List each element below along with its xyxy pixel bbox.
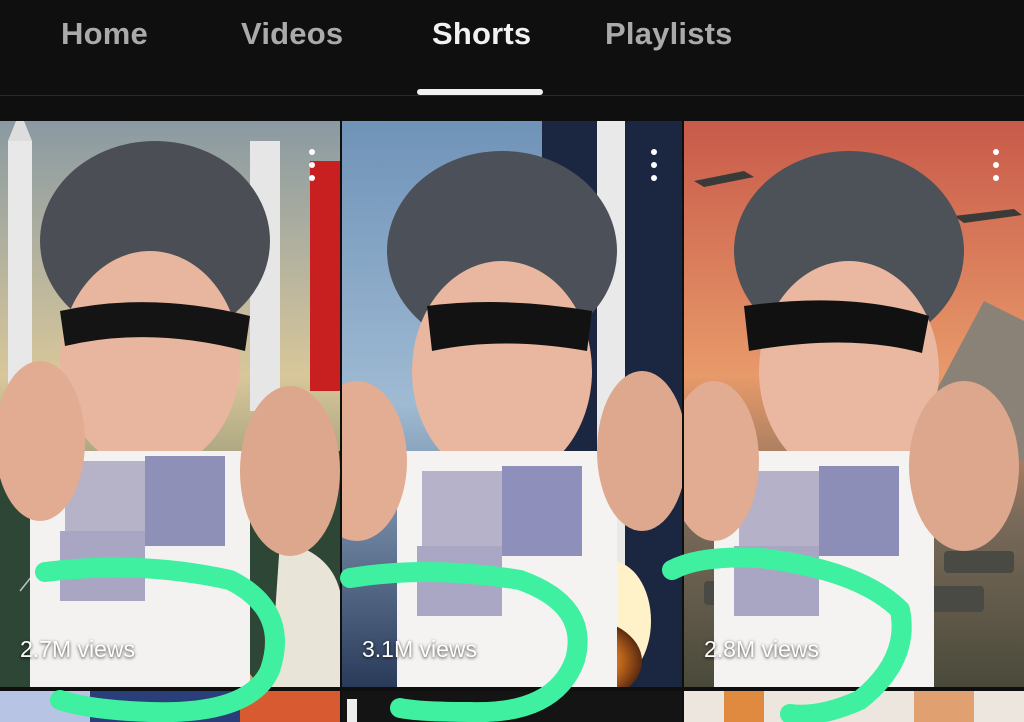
shorts-grid: 2.7M views 3.1M views 2.8M views — [0, 121, 1024, 722]
short-thumbnail — [684, 121, 1024, 687]
tab-shorts[interactable]: Shorts — [432, 16, 531, 52]
view-count: 2.7M views — [20, 636, 136, 662]
tab-home[interactable]: Home — [61, 16, 148, 52]
tab-videos[interactable]: Videos — [241, 16, 343, 52]
view-count: 2.8M views — [704, 636, 820, 662]
short-card-partial[interactable] — [342, 691, 682, 722]
channel-tab-bar: Home Videos Shorts Playlists — [0, 0, 1024, 96]
short-card-partial[interactable] — [0, 691, 340, 722]
more-vert-icon[interactable] — [648, 149, 660, 185]
short-thumbnail — [0, 121, 340, 687]
short-card[interactable]: 2.7M views — [0, 121, 340, 687]
more-vert-icon[interactable] — [306, 149, 318, 185]
short-card-partial[interactable] — [684, 691, 1024, 722]
short-thumbnail — [0, 691, 340, 722]
short-thumbnail — [684, 691, 1024, 722]
tab-playlists[interactable]: Playlists — [605, 16, 733, 52]
short-thumbnail — [342, 691, 682, 722]
view-count: 3.1M views — [362, 636, 478, 662]
more-vert-icon[interactable] — [990, 149, 1002, 185]
short-thumbnail — [342, 121, 682, 687]
short-card[interactable]: 2.8M views — [684, 121, 1024, 687]
short-card[interactable]: 3.1M views — [342, 121, 682, 687]
active-tab-indicator — [417, 89, 543, 95]
